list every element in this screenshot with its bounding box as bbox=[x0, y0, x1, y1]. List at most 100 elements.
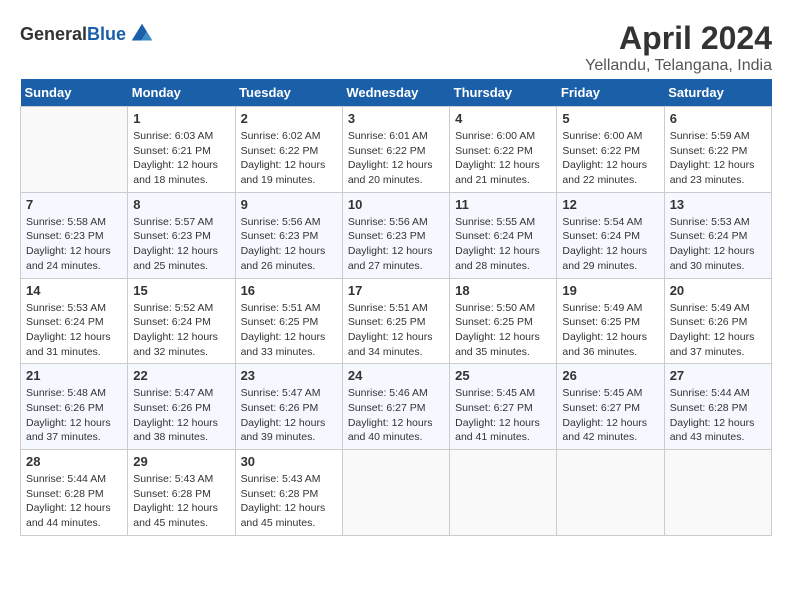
header-monday: Monday bbox=[128, 79, 235, 107]
day-number: 30 bbox=[241, 454, 337, 469]
day-cell-21: 21 Sunrise: 5:48 AMSunset: 6:26 PMDayligh… bbox=[21, 364, 128, 450]
calendar-table: SundayMondayTuesdayWednesdayThursdayFrid… bbox=[20, 79, 772, 536]
day-cell-30: 30 Sunrise: 5:43 AMSunset: 6:28 PMDayligh… bbox=[235, 450, 342, 536]
day-info: Sunrise: 5:50 AMSunset: 6:25 PMDaylight:… bbox=[455, 301, 551, 360]
day-number: 22 bbox=[133, 368, 229, 383]
day-info: Sunrise: 5:47 AMSunset: 6:26 PMDaylight:… bbox=[241, 386, 337, 445]
day-number: 26 bbox=[562, 368, 658, 383]
day-info: Sunrise: 5:44 AMSunset: 6:28 PMDaylight:… bbox=[26, 472, 122, 531]
day-cell-10: 10 Sunrise: 5:56 AMSunset: 6:23 PMDayligh… bbox=[342, 192, 449, 278]
day-cell-22: 22 Sunrise: 5:47 AMSunset: 6:26 PMDayligh… bbox=[128, 364, 235, 450]
calendar-week-1: 1 Sunrise: 6:03 AMSunset: 6:21 PMDaylight… bbox=[21, 107, 772, 193]
day-number: 18 bbox=[455, 283, 551, 298]
day-cell-20: 20Sunrise: 5:49 AMSunset: 6:26 PMDayligh… bbox=[664, 278, 771, 364]
day-number: 24 bbox=[348, 368, 444, 383]
calendar-week-4: 21 Sunrise: 5:48 AMSunset: 6:26 PMDayligh… bbox=[21, 364, 772, 450]
day-cell-13: 13Sunrise: 5:53 AMSunset: 6:24 PMDayligh… bbox=[664, 192, 771, 278]
day-number: 9 bbox=[241, 197, 337, 212]
day-info: Sunrise: 5:53 AMSunset: 6:24 PMDaylight:… bbox=[670, 215, 766, 274]
day-cell-27: 27Sunrise: 5:44 AMSunset: 6:28 PMDayligh… bbox=[664, 364, 771, 450]
page-header: GeneralBlue April 2024 Yellandu, Telanga… bbox=[20, 20, 772, 75]
calendar-week-3: 14 Sunrise: 5:53 AMSunset: 6:24 PMDayligh… bbox=[21, 278, 772, 364]
day-number: 12 bbox=[562, 197, 658, 212]
day-cell-9: 9 Sunrise: 5:56 AMSunset: 6:23 PMDaylight… bbox=[235, 192, 342, 278]
day-info: Sunrise: 5:43 AMSunset: 6:28 PMDaylight:… bbox=[133, 472, 229, 531]
day-cell-4: 4Sunrise: 6:00 AMSunset: 6:22 PMDaylight… bbox=[450, 107, 557, 193]
day-info: Sunrise: 5:52 AMSunset: 6:24 PMDaylight:… bbox=[133, 301, 229, 360]
day-cell-7: 7Sunrise: 5:58 AMSunset: 6:23 PMDaylight… bbox=[21, 192, 128, 278]
day-number: 6 bbox=[670, 111, 766, 126]
day-info: Sunrise: 5:45 AMSunset: 6:27 PMDaylight:… bbox=[562, 386, 658, 445]
day-info: Sunrise: 5:47 AMSunset: 6:26 PMDaylight:… bbox=[133, 386, 229, 445]
title-section: April 2024 Yellandu, Telangana, India bbox=[585, 20, 772, 75]
day-number: 11 bbox=[455, 197, 551, 212]
day-info: Sunrise: 5:56 AMSunset: 6:23 PMDaylight:… bbox=[348, 215, 444, 274]
day-number: 23 bbox=[241, 368, 337, 383]
day-cell-6: 6Sunrise: 5:59 AMSunset: 6:22 PMDaylight… bbox=[664, 107, 771, 193]
day-number: 2 bbox=[241, 111, 337, 126]
header-friday: Friday bbox=[557, 79, 664, 107]
location-title: Yellandu, Telangana, India bbox=[585, 57, 772, 75]
day-info: Sunrise: 5:45 AMSunset: 6:27 PMDaylight:… bbox=[455, 386, 551, 445]
day-number: 1 bbox=[133, 111, 229, 126]
day-number: 19 bbox=[562, 283, 658, 298]
day-number: 3 bbox=[348, 111, 444, 126]
empty-cell bbox=[450, 450, 557, 536]
day-cell-26: 26 Sunrise: 5:45 AMSunset: 6:27 PMDayligh… bbox=[557, 364, 664, 450]
day-info: Sunrise: 5:49 AMSunset: 6:26 PMDaylight:… bbox=[670, 301, 766, 360]
day-cell-3: 3 Sunrise: 6:01 AMSunset: 6:22 PMDaylight… bbox=[342, 107, 449, 193]
day-number: 15 bbox=[133, 283, 229, 298]
logo-text: GeneralBlue bbox=[20, 24, 126, 45]
calendar-week-5: 28Sunrise: 5:44 AMSunset: 6:28 PMDayligh… bbox=[21, 450, 772, 536]
day-cell-12: 12 Sunrise: 5:54 AMSunset: 6:24 PMDayligh… bbox=[557, 192, 664, 278]
day-info: Sunrise: 5:51 AMSunset: 6:25 PMDaylight:… bbox=[348, 301, 444, 360]
day-info: Sunrise: 5:43 AMSunset: 6:28 PMDaylight:… bbox=[241, 472, 337, 531]
day-cell-28: 28Sunrise: 5:44 AMSunset: 6:28 PMDayligh… bbox=[21, 450, 128, 536]
day-info: Sunrise: 6:00 AMSunset: 6:22 PMDaylight:… bbox=[562, 129, 658, 188]
day-cell-16: 16 Sunrise: 5:51 AMSunset: 6:25 PMDayligh… bbox=[235, 278, 342, 364]
day-number: 5 bbox=[562, 111, 658, 126]
day-cell-8: 8 Sunrise: 5:57 AMSunset: 6:23 PMDaylight… bbox=[128, 192, 235, 278]
day-info: Sunrise: 5:49 AMSunset: 6:25 PMDaylight:… bbox=[562, 301, 658, 360]
day-cell-24: 24Sunrise: 5:46 AMSunset: 6:27 PMDayligh… bbox=[342, 364, 449, 450]
empty-cell bbox=[557, 450, 664, 536]
day-info: Sunrise: 5:54 AMSunset: 6:24 PMDaylight:… bbox=[562, 215, 658, 274]
day-info: Sunrise: 5:58 AMSunset: 6:23 PMDaylight:… bbox=[26, 215, 122, 274]
day-info: Sunrise: 5:44 AMSunset: 6:28 PMDaylight:… bbox=[670, 386, 766, 445]
calendar-header-row: SundayMondayTuesdayWednesdayThursdayFrid… bbox=[21, 79, 772, 107]
day-info: Sunrise: 6:01 AMSunset: 6:22 PMDaylight:… bbox=[348, 129, 444, 188]
day-number: 10 bbox=[348, 197, 444, 212]
day-info: Sunrise: 5:51 AMSunset: 6:25 PMDaylight:… bbox=[241, 301, 337, 360]
day-cell-23: 23 Sunrise: 5:47 AMSunset: 6:26 PMDayligh… bbox=[235, 364, 342, 450]
logo-icon bbox=[128, 20, 156, 48]
day-number: 25 bbox=[455, 368, 551, 383]
header-sunday: Sunday bbox=[21, 79, 128, 107]
empty-cell bbox=[21, 107, 128, 193]
day-cell-18: 18 Sunrise: 5:50 AMSunset: 6:25 PMDayligh… bbox=[450, 278, 557, 364]
day-cell-14: 14 Sunrise: 5:53 AMSunset: 6:24 PMDayligh… bbox=[21, 278, 128, 364]
day-number: 8 bbox=[133, 197, 229, 212]
day-number: 14 bbox=[26, 283, 122, 298]
day-number: 29 bbox=[133, 454, 229, 469]
empty-cell bbox=[664, 450, 771, 536]
day-number: 17 bbox=[348, 283, 444, 298]
day-number: 16 bbox=[241, 283, 337, 298]
month-title: April 2024 bbox=[585, 20, 772, 57]
day-cell-11: 11Sunrise: 5:55 AMSunset: 6:24 PMDayligh… bbox=[450, 192, 557, 278]
day-cell-1: 1 Sunrise: 6:03 AMSunset: 6:21 PMDaylight… bbox=[128, 107, 235, 193]
logo: GeneralBlue bbox=[20, 20, 156, 48]
header-wednesday: Wednesday bbox=[342, 79, 449, 107]
logo-blue: Blue bbox=[87, 24, 126, 44]
day-info: Sunrise: 5:56 AMSunset: 6:23 PMDaylight:… bbox=[241, 215, 337, 274]
day-info: Sunrise: 5:57 AMSunset: 6:23 PMDaylight:… bbox=[133, 215, 229, 274]
day-info: Sunrise: 6:03 AMSunset: 6:21 PMDaylight:… bbox=[133, 129, 229, 188]
day-cell-19: 19 Sunrise: 5:49 AMSunset: 6:25 PMDayligh… bbox=[557, 278, 664, 364]
day-info: Sunrise: 6:00 AMSunset: 6:22 PMDaylight:… bbox=[455, 129, 551, 188]
day-info: Sunrise: 5:53 AMSunset: 6:24 PMDaylight:… bbox=[26, 301, 122, 360]
header-saturday: Saturday bbox=[664, 79, 771, 107]
day-info: Sunrise: 5:48 AMSunset: 6:26 PMDaylight:… bbox=[26, 386, 122, 445]
day-cell-25: 25 Sunrise: 5:45 AMSunset: 6:27 PMDayligh… bbox=[450, 364, 557, 450]
calendar-week-2: 7Sunrise: 5:58 AMSunset: 6:23 PMDaylight… bbox=[21, 192, 772, 278]
day-number: 21 bbox=[26, 368, 122, 383]
day-cell-15: 15 Sunrise: 5:52 AMSunset: 6:24 PMDayligh… bbox=[128, 278, 235, 364]
